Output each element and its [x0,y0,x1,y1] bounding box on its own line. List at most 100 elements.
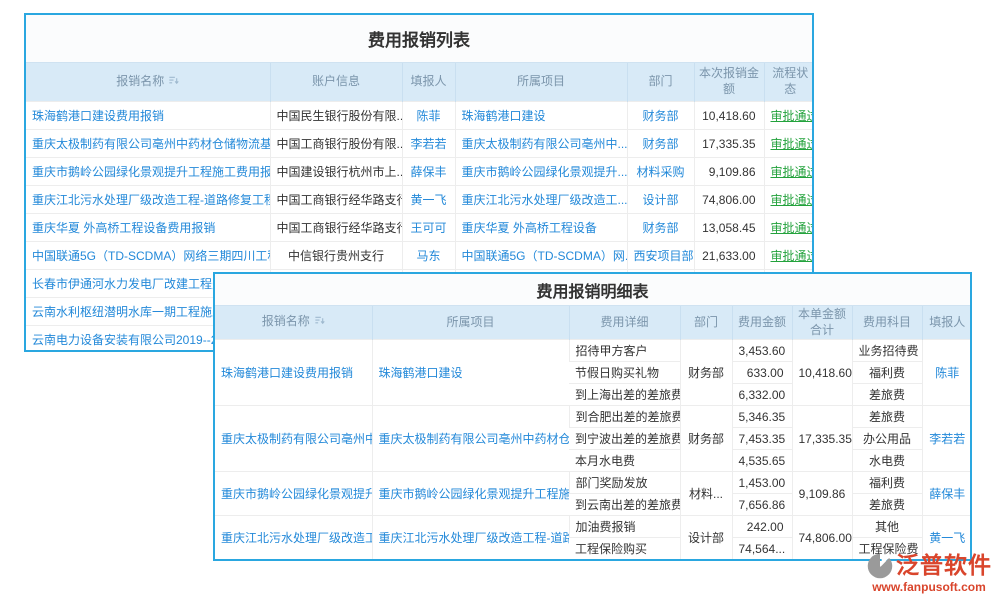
expense-subject-cell: 差旅费 [852,384,922,406]
project-cell[interactable]: 重庆市鹅岭公园绿化景观提升... [455,158,627,186]
col-header-account-info: 账户信息 [270,63,402,102]
table-row: 重庆江北污水处理厂级改造工程-道路修复工程费用...中国工商银行经华路支行黄一飞… [26,186,814,214]
expense-amount-cell: 3,453.60 [732,340,792,362]
expense-name-cell[interactable]: 重庆市鹅岭公园绿化景观提升工程 [215,472,372,516]
expense-name-cell[interactable]: 中国联通5G（TD-SCDMA）网络三期四川工程费... [26,242,270,270]
status-cell[interactable]: 审批通过 [764,242,814,270]
amount-cell: 13,058.45 [694,214,764,242]
expense-name-cell[interactable]: 重庆太极制药有限公司亳州中药材 [215,406,372,472]
table-row: 重庆华夏 外高桥工程设备费用报销中国工商银行经华路支行王可可重庆华夏 外高桥工程… [26,214,814,242]
expense-detail-cell: 到宁波出差的差旅费 [569,428,680,450]
expense-amount-cell: 1,453.00 [732,472,792,494]
expense-subject-cell: 水电费 [852,450,922,472]
status-cell[interactable]: 审批通过 [764,214,814,242]
col-header-expense-name[interactable]: 报销名称 [215,306,372,340]
project-cell[interactable]: 重庆太极制药有限公司亳州中药材仓储物流 [372,406,569,472]
col-header-label: 本单金额合计 [798,307,846,337]
department-cell[interactable]: 财务部 [627,214,694,242]
project-cell[interactable]: 重庆江北污水处理厂级改造工... [455,186,627,214]
department-cell[interactable]: 西安项目部 [627,242,694,270]
col-header-expense-name[interactable]: 报销名称 [26,63,270,102]
total-amount-cell: 9,109.86 [792,472,852,516]
col-header-label: 所属项目 [517,74,565,88]
expense-detail-cell: 招待甲方客户 [569,340,680,362]
status-cell[interactable]: 审批通过 [764,102,814,130]
expense-subject-cell: 办公用品 [852,428,922,450]
account-info-cell: 中国工商银行股份有限... [270,130,402,158]
col-header-expense-subject: 费用科目 [852,306,922,340]
expense-amount-cell: 5,346.35 [732,406,792,428]
filler-cell[interactable]: 李若若 [402,130,455,158]
filler-cell[interactable]: 薛保丰 [402,158,455,186]
col-header-label: 填报人 [410,74,446,88]
expense-name-cell[interactable]: 重庆华夏 外高桥工程设备费用报销 [26,214,270,242]
department-cell[interactable]: 材料采购 [627,158,694,186]
expense-amount-cell: 6,332.00 [732,384,792,406]
expense-name-cell[interactable]: 珠海鹤港口建设费用报销 [215,340,372,406]
status-cell[interactable]: 审批通过 [764,186,814,214]
status-cell[interactable]: 审批通过 [764,130,814,158]
account-info-cell: 中国工商银行经华路支行 [270,186,402,214]
department-cell: 财务部 [680,340,732,406]
expense-subject-cell: 业务招待费 [852,340,922,362]
filler-cell[interactable]: 王可可 [402,214,455,242]
filler-cell[interactable]: 陈菲 [922,340,972,406]
expense-subject-cell: 福利费 [852,472,922,494]
table-row: 重庆太极制药有限公司亳州中药材重庆太极制药有限公司亳州中药材仓储物流到合肥出差的… [215,406,972,428]
expense-amount-cell: 4,535.65 [732,450,792,472]
filler-cell[interactable]: 陈菲 [402,102,455,130]
expense-name-cell[interactable]: 重庆太极制药有限公司亳州中药材仓储物流基地项... [26,130,270,158]
col-header-expense-detail: 费用详细 [569,306,680,340]
project-cell[interactable]: 珠海鹤港口建设 [455,102,627,130]
account-info-cell: 中国民生银行股份有限... [270,102,402,130]
filler-cell[interactable]: 黄一飞 [402,186,455,214]
expense-amount-cell: 242.00 [732,516,792,538]
department-cell[interactable]: 财务部 [627,102,694,130]
col-header-label: 部门 [648,74,672,88]
sort-icon[interactable] [168,75,179,91]
fanpu-url-text: www.fanpusoft.com [872,581,986,594]
amount-cell: 21,633.00 [694,242,764,270]
project-cell[interactable]: 重庆华夏 外高桥工程设备 [455,214,627,242]
col-header-project: 所属项目 [455,63,627,102]
expense-subject-cell: 福利费 [852,362,922,384]
amount-cell: 10,418.60 [694,102,764,130]
project-cell[interactable]: 珠海鹤港口建设 [372,340,569,406]
department-cell[interactable]: 设计部 [627,186,694,214]
table-row: 重庆江北污水处理厂级改造工程-重庆江北污水处理厂级改造工程-道路修复工程加油费报… [215,516,972,538]
table-row: 珠海鹤港口建设费用报销中国民生银行股份有限...陈菲珠海鹤港口建设财务部10,4… [26,102,814,130]
sort-icon[interactable] [314,315,325,331]
account-info-cell: 中国建设银行杭州市上... [270,158,402,186]
project-cell[interactable]: 中国联通5G（TD-SCDMA）网... [455,242,627,270]
project-cell[interactable]: 重庆江北污水处理厂级改造工程-道路修复工程 [372,516,569,560]
page: 费用报销列表 报销名称账户信息填报人所属项目部门本次报销金额流程状态珠海鹤港口建… [0,0,1000,600]
department-cell[interactable]: 财务部 [627,130,694,158]
col-header-expense-amount: 费用金额 [732,306,792,340]
expense-subject-cell: 差旅费 [852,406,922,428]
expense-amount-cell: 633.00 [732,362,792,384]
col-header-label: 部门 [694,315,718,329]
expense-name-cell[interactable]: 重庆市鹅岭公园绿化景观提升工程施工费用报销 [26,158,270,186]
expense-detail-cell: 到上海出差的差旅费 [569,384,680,406]
amount-cell: 9,109.86 [694,158,764,186]
project-cell[interactable]: 重庆市鹅岭公园绿化景观提升工程施工 [372,472,569,516]
department-cell: 财务部 [680,406,732,472]
filler-cell[interactable]: 薛保丰 [922,472,972,516]
expense-name-cell[interactable]: 珠海鹤港口建设费用报销 [26,102,270,130]
expense-detail-cell: 节假日购买礼物 [569,362,680,384]
expense-name-cell[interactable]: 重庆江北污水处理厂级改造工程- [215,516,372,560]
expense-name-cell[interactable]: 重庆江北污水处理厂级改造工程-道路修复工程费用... [26,186,270,214]
fanpu-watermark: 泛普软件 www.fanpusoft.com [866,552,992,594]
expense-amount-cell: 74,564... [732,538,792,560]
col-header-label: 报销名称 [116,74,164,88]
status-cell[interactable]: 审批通过 [764,158,814,186]
filler-cell[interactable]: 李若若 [922,406,972,472]
project-cell[interactable]: 重庆太极制药有限公司亳州中... [455,130,627,158]
col-header-department: 部门 [680,306,732,340]
total-amount-cell: 74,806.00 [792,516,852,560]
expense-detail-table: 报销名称所属项目费用详细部门费用金额本单金额合计费用科目填报人珠海鹤港口建设费用… [215,305,972,560]
filler-cell[interactable]: 马东 [402,242,455,270]
col-header-label: 费用金额 [738,315,786,329]
expense-amount-cell: 7,453.35 [732,428,792,450]
col-header-label: 报销名称 [262,314,310,328]
